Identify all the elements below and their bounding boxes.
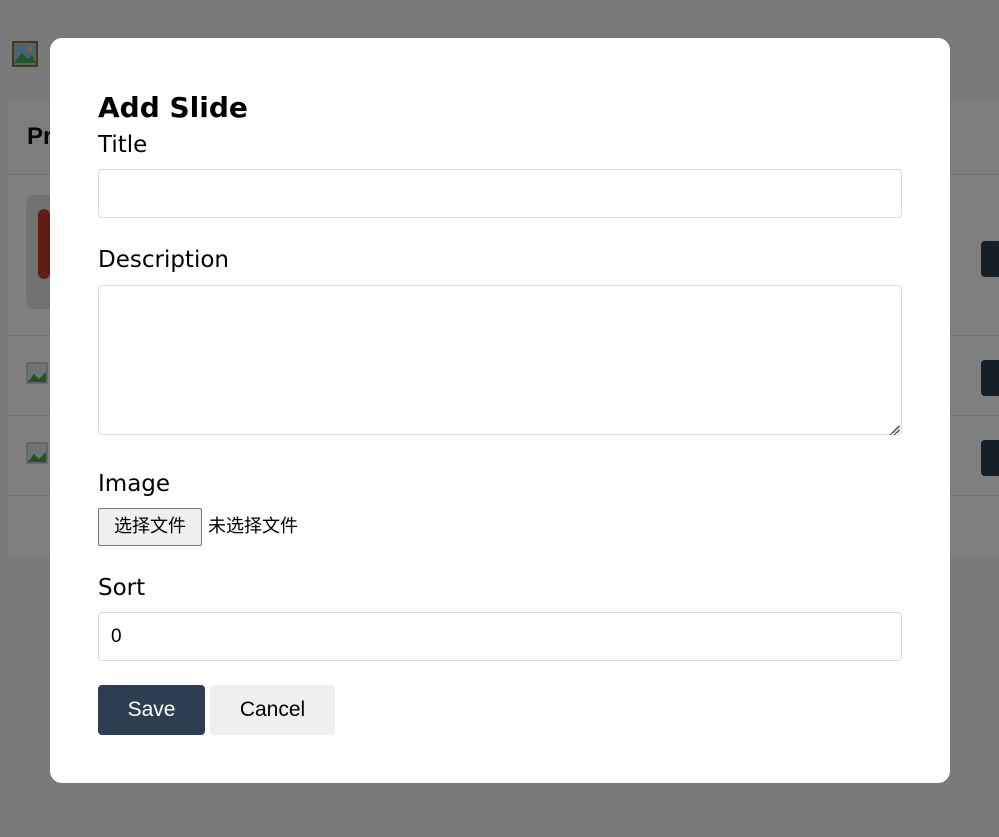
resize-grip-icon[interactable] (888, 421, 900, 436)
sort-input[interactable] (98, 612, 902, 661)
description-textarea[interactable] (98, 285, 902, 435)
image-label: Image (98, 471, 171, 497)
sort-label: Sort (98, 575, 146, 601)
choose-file-button[interactable]: 选择文件 (98, 508, 202, 546)
title-label: Title (98, 132, 148, 158)
title-input[interactable] (98, 169, 902, 218)
file-status-text: 未选择文件 (208, 516, 298, 537)
save-button[interactable]: Save (98, 685, 205, 735)
cancel-button[interactable]: Cancel (210, 685, 335, 735)
modal-title: Add Slide (98, 91, 248, 124)
description-label: Description (98, 247, 229, 273)
add-slide-modal: Add Slide Title Description Image 选择文件 未… (50, 38, 950, 783)
